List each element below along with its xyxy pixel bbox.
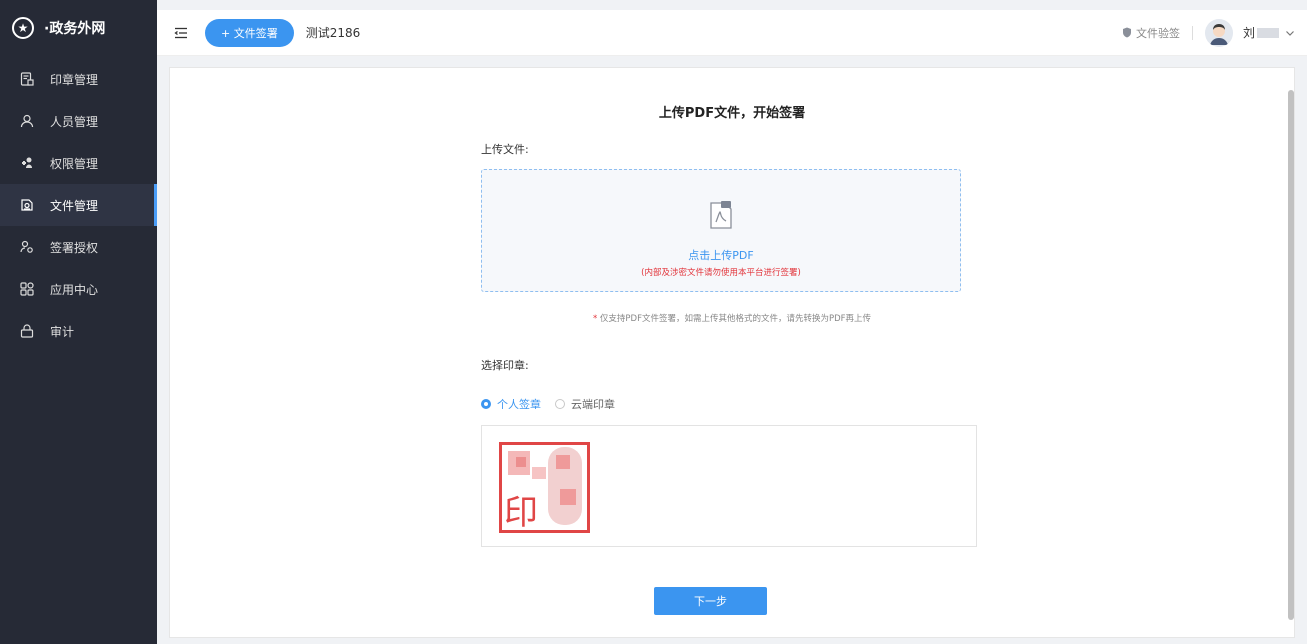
upload-label: 上传文件: (481, 143, 529, 156)
sidebar-item-permission-management[interactable]: 权限管理 (0, 142, 157, 184)
sidebar: ★ ·政务外网 印章管理 人员管理 权限管理 文件管理 签署授权 应用中心 审计 (0, 0, 157, 644)
shield-icon (1122, 27, 1131, 38)
file-icon (20, 198, 34, 212)
radio-personal-seal[interactable]: 个人签章 (481, 396, 541, 412)
sidebar-item-label: 文件管理 (50, 198, 99, 213)
sidebar-item-label: 人员管理 (50, 114, 99, 129)
radio-dot (555, 399, 565, 409)
user-name: 刘 (1242, 26, 1255, 40)
seal-mosaic (556, 455, 570, 469)
upload-warning-text: (内部及涉密文件请勿使用本平台进行签署) (641, 268, 801, 278)
seal-type-radio-group: 个人签章 云端印章 (481, 396, 629, 412)
divider (1191, 25, 1193, 40)
header-right: 文件验签 刘 (1122, 18, 1307, 47)
file-verify-label: 文件验签 (1135, 26, 1180, 40)
sidebar-item-label: 审计 (50, 324, 75, 339)
top-header: + 文件签署 测试2186 文件验签 刘 (157, 10, 1307, 56)
seal-char: 印 (504, 493, 538, 533)
seal-select-label: 选择印章: (481, 359, 529, 372)
sidebar-nav: 印章管理 人员管理 权限管理 文件管理 签署授权 应用中心 审计 (0, 58, 157, 352)
authorize-icon (20, 240, 34, 254)
sidebar-item-audit[interactable]: 审计 (0, 310, 157, 352)
seal-mosaic (532, 467, 546, 479)
sidebar-item-seal-management[interactable]: 印章管理 (0, 58, 157, 100)
menu-toggle-icon[interactable] (171, 23, 191, 43)
lock-icon (20, 324, 34, 338)
scrollbar[interactable] (1288, 90, 1294, 620)
main-panel: 上传PDF文件，开始签署 上传文件: 点击上传PDF (内部及涉密文件请勿使用本… (169, 67, 1295, 638)
next-step-button[interactable]: 下一步 (654, 587, 767, 615)
hint-text: 仅支持PDF文件签署，如需上传其他格式的文件，请先转换为PDF再上传 (597, 314, 872, 324)
seal-mosaic (516, 457, 526, 467)
sidebar-item-label: 印章管理 (50, 72, 99, 87)
pdf-file-icon (710, 201, 732, 229)
sidebar-item-app-center[interactable]: 应用中心 (0, 268, 157, 310)
user-menu[interactable]: 刘 (1243, 24, 1295, 41)
chevron-down-icon (1286, 30, 1294, 36)
upload-action-text: 点击上传PDF (688, 249, 754, 262)
radio-dot (481, 399, 491, 409)
brand[interactable]: ★ ·政务外网 (0, 0, 157, 56)
sidebar-item-file-management[interactable]: 文件管理 (0, 184, 157, 226)
sidebar-item-staff-management[interactable]: 人员管理 (0, 100, 157, 142)
file-sign-button-label: + 文件签署 (221, 26, 278, 40)
upload-dropzone[interactable]: 点击上传PDF (内部及涉密文件请勿使用本平台进行签署) (481, 169, 961, 292)
sidebar-item-sign-authorization[interactable]: 签署授权 (0, 226, 157, 268)
seal-option[interactable]: 印 (499, 442, 590, 533)
sidebar-item-label: 签署授权 (50, 240, 99, 255)
radio-label: 云端印章 (571, 398, 615, 411)
star-badge-icon: ★ (12, 17, 34, 39)
sidebar-item-label: 应用中心 (50, 282, 99, 297)
seal-mosaic (560, 489, 576, 505)
brand-name: ·政务外网 (44, 21, 106, 37)
sidebar-item-label: 权限管理 (50, 156, 99, 171)
tab-name[interactable]: 测试2186 (306, 24, 361, 41)
file-verify-link[interactable]: 文件验签 (1122, 25, 1180, 41)
avatar[interactable] (1204, 18, 1233, 47)
apps-icon (20, 282, 34, 296)
permission-icon (20, 156, 34, 170)
seal-list: 印 (481, 425, 977, 547)
format-hint: * 仅支持PDF文件签署，如需上传其他格式的文件，请先转换为PDF再上传 (170, 312, 1294, 324)
radio-cloud-seal[interactable]: 云端印章 (555, 396, 615, 412)
page-title: 上传PDF文件，开始签署 (658, 106, 806, 121)
user-name-mask (1257, 27, 1279, 38)
user-icon (20, 114, 34, 128)
radio-label: 个人签章 (497, 398, 541, 411)
seal-doc-icon (20, 72, 34, 86)
file-sign-button[interactable]: + 文件签署 (205, 18, 294, 47)
